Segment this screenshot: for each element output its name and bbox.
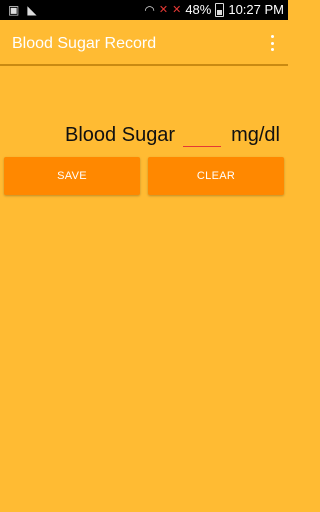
battery-percent: 48% [185, 2, 212, 17]
signal-off-icon-2: ✕ [172, 4, 182, 16]
save-button[interactable]: SAVE [4, 157, 140, 195]
image-notification-icon: ▣ [8, 3, 20, 17]
app-notification-icon: ◣ [27, 3, 37, 17]
status-time: 10:27 PM [228, 2, 284, 17]
blood-sugar-label: Blood Sugar [65, 124, 176, 146]
status-indicators: ◠ ✕ ✕ 48% 10:27 PM [144, 2, 284, 18]
status-bar: ▣ ◣ ◠ ✕ ✕ 48% 10:27 PM [0, 0, 288, 20]
clear-button[interactable]: CLEAR [148, 157, 284, 195]
app-bar: Blood Sugar Record [0, 20, 288, 66]
signal-off-icon: ✕ [158, 4, 169, 16]
wifi-icon: ◠ [144, 3, 155, 17]
app-title: Blood Sugar Record [12, 35, 157, 52]
unit-label: mg/dl [231, 124, 280, 146]
blood-sugar-row: Blood Sugar mg/dl [65, 117, 280, 147]
battery-icon [215, 3, 225, 17]
overflow-menu-icon[interactable] [266, 34, 278, 52]
status-notifications: ▣ ◣ [8, 3, 37, 17]
blood-sugar-input[interactable] [183, 122, 222, 147]
